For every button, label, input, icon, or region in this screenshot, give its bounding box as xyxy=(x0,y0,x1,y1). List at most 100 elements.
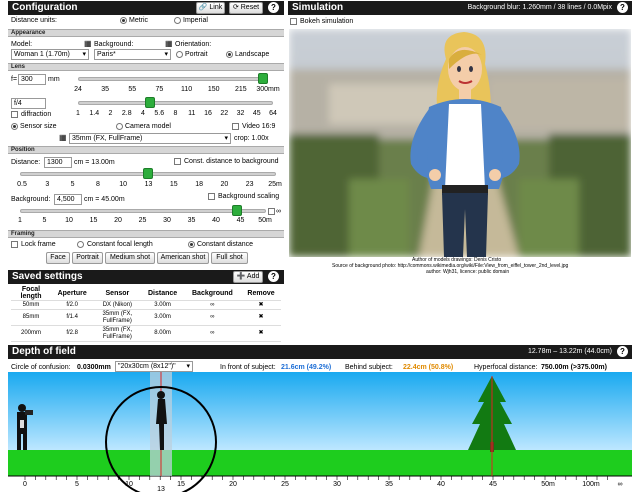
background-scaling-label: Background scaling xyxy=(218,193,280,200)
constant-focal-radio[interactable] xyxy=(77,241,84,248)
lock-frame-checkbox[interactable] xyxy=(11,241,18,248)
coc-value: 0.0300mm xyxy=(77,364,111,371)
saved-settings-title: Saved settings xyxy=(12,271,83,282)
background-distance-input[interactable]: 4,500 xyxy=(54,194,82,205)
tick-label: 215 xyxy=(235,86,247,93)
tick-label: 20 xyxy=(114,217,122,224)
tick-label: 32 xyxy=(236,110,245,117)
scale-label: ∞ xyxy=(618,481,623,488)
scale-label: 10 xyxy=(125,481,133,488)
credit-line-3: author: Wjh31, licence: public domain xyxy=(426,269,510,275)
print-size-select[interactable]: "20x30cm (8x12")" xyxy=(115,361,193,372)
dof-header: Depth of field 12.78m – 13.22m (44.0cm) xyxy=(8,345,632,359)
tick-label: 5 xyxy=(70,181,75,188)
orientation-label: Orientation: xyxy=(175,41,212,48)
simulation-help-icon[interactable]: ? xyxy=(617,2,628,13)
focal-slider-track[interactable] xyxy=(78,77,268,81)
table-row[interactable]: 200mm f/2.8 35mm (FX, FullFrame) 8.00m ∞… xyxy=(11,325,281,342)
american-shot-button[interactable]: American shot xyxy=(157,252,209,264)
camera-model-radio[interactable] xyxy=(116,123,123,130)
background-slider-thumb[interactable] xyxy=(232,205,243,216)
tick-label: 5.6 xyxy=(154,110,165,117)
background-scaling-checkbox[interactable] xyxy=(208,193,215,200)
dof-help-icon[interactable]: ? xyxy=(617,346,628,357)
bokeh-label: Bokeh simulation xyxy=(300,18,354,25)
tick-label: 55 xyxy=(128,86,137,93)
framing-section: Framing xyxy=(8,230,284,238)
add-button[interactable]: ➕ Add xyxy=(233,271,263,283)
scale-label: 25 xyxy=(281,481,289,488)
blur-info: Background blur: 1.260mm / 38 lines / 0.… xyxy=(467,4,612,11)
tick-label: 5 xyxy=(42,217,47,224)
appearance-section: Appearance xyxy=(8,29,284,37)
scale-label: 45 xyxy=(489,481,497,488)
landscape-radio[interactable] xyxy=(226,51,233,58)
tick-label: 75 xyxy=(155,86,164,93)
tick-label: 0.5 xyxy=(17,181,27,188)
sensor-select[interactable]: 35mm (FX, FullFrame) xyxy=(69,133,231,144)
metric-radio[interactable] xyxy=(120,17,127,24)
tick-label: 2.8 xyxy=(121,110,132,117)
tick-label: 300mm xyxy=(256,86,280,93)
tick-label: 35 xyxy=(101,86,110,93)
simulation-header: Simulation Background blur: 1.260mm / 38… xyxy=(288,1,632,15)
scale-label: 30 xyxy=(333,481,341,488)
tick-label: 16 xyxy=(204,110,212,117)
distance-input[interactable]: 1300 xyxy=(44,157,72,168)
aperture-slider-thumb[interactable] xyxy=(144,97,155,108)
col-distance: Distance xyxy=(141,286,184,301)
model-select[interactable]: Woman 1 (1.70m) xyxy=(11,49,89,60)
tick-label: 1.4 xyxy=(89,110,100,117)
tick-label: 23 xyxy=(245,181,254,188)
video-checkbox[interactable] xyxy=(232,123,239,130)
background-label: Background: xyxy=(94,41,134,48)
grid-icon: ▦ xyxy=(84,39,92,48)
tick-label: 13 xyxy=(144,181,153,188)
scale-label: 100m xyxy=(582,481,600,488)
bokeh-checkbox[interactable] xyxy=(290,18,297,25)
tick-label: 50m xyxy=(258,217,272,224)
face-button[interactable]: Face xyxy=(46,252,70,264)
table-row[interactable]: 85mm f/1.4 35mm (FX, FullFrame) 3.00m ∞ … xyxy=(11,309,281,326)
scale-label: 5 xyxy=(75,481,79,488)
aperture-slider-track[interactable] xyxy=(78,101,273,105)
lock-frame-label: Lock frame xyxy=(21,241,56,248)
table-row[interactable]: 50mm f/2.0 DX (Nikon) 3.00m ∞ ✖ xyxy=(11,300,281,310)
tick-label: 25m xyxy=(268,181,282,188)
portrait-button[interactable]: Portrait xyxy=(72,252,103,264)
background-select[interactable]: Paris* xyxy=(94,49,171,60)
hyperfocal-label: Hyperfocal distance: xyxy=(474,364,538,371)
const-distance-checkbox[interactable] xyxy=(174,158,181,165)
portrait-radio[interactable] xyxy=(176,51,183,58)
link-button[interactable]: 🔗 Link xyxy=(196,2,225,14)
diffraction-checkbox[interactable] xyxy=(11,111,18,118)
remove-icon[interactable]: ✖ xyxy=(241,300,281,310)
dof-title: Depth of field xyxy=(12,346,76,357)
tick-label: 35 xyxy=(187,217,196,224)
saved-help-icon[interactable]: ? xyxy=(268,271,279,282)
background-slider-track[interactable] xyxy=(20,209,266,213)
camera-model-label: Camera model xyxy=(125,123,171,130)
front-value: 21.6cm (49.2%) xyxy=(281,364,332,371)
aperture-input[interactable]: f/4 xyxy=(11,98,46,109)
remove-icon[interactable]: ✖ xyxy=(241,309,281,326)
landscape-label: Landscape xyxy=(235,51,270,58)
full-shot-button[interactable]: Full shot xyxy=(211,252,248,264)
infinity-checkbox[interactable] xyxy=(268,208,275,215)
focal-length-input[interactable]: 300 xyxy=(18,74,46,85)
imperial-radio[interactable] xyxy=(174,17,181,24)
distance-slider-thumb[interactable] xyxy=(143,168,153,179)
tick-label: 11 xyxy=(188,110,196,117)
constant-distance-radio[interactable] xyxy=(188,241,195,248)
crop-label: crop: 1.00x xyxy=(234,135,269,142)
reset-button[interactable]: ⟳ Reset xyxy=(229,2,263,14)
focal-slider-thumb[interactable] xyxy=(258,73,268,84)
grid-icon: ▦ xyxy=(165,39,173,48)
sensor-size-radio[interactable] xyxy=(11,123,18,130)
config-help-icon[interactable]: ? xyxy=(268,2,279,13)
medium-shot-button[interactable]: Medium shot xyxy=(105,252,155,264)
tick-label: 10 xyxy=(65,217,73,224)
remove-icon[interactable]: ✖ xyxy=(241,325,281,342)
simulation-image xyxy=(289,29,631,257)
distance-label: Distance: xyxy=(11,159,41,166)
